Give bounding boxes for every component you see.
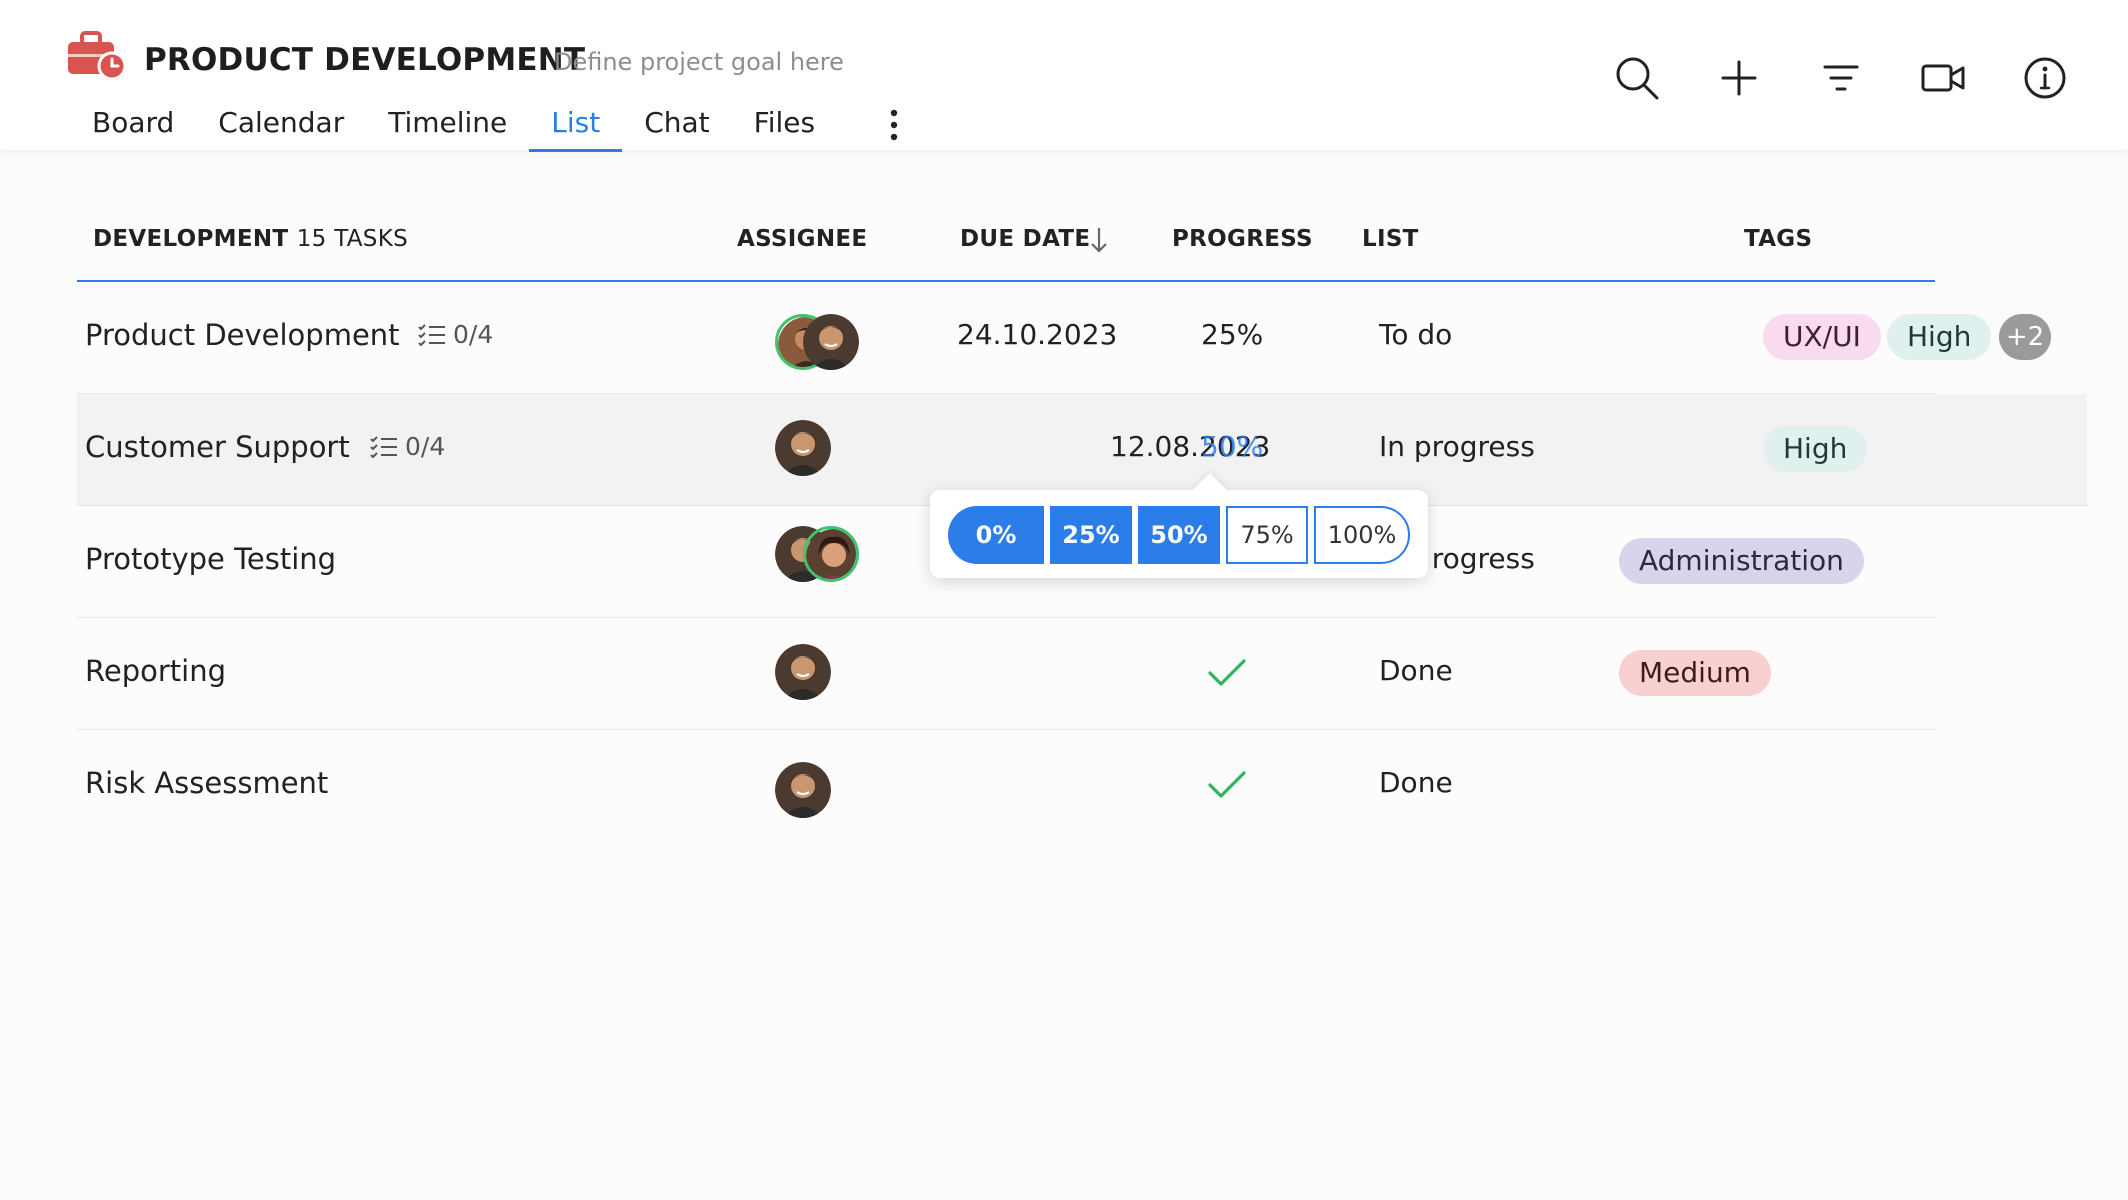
column-due-date-label: DUE DATE [960,226,1091,252]
progress-picker-popup: 0% 25% 50% 75% 100% [930,490,1428,578]
list-status[interactable]: To do [1379,318,1452,351]
tag-administration[interactable]: Administration [1619,538,1864,584]
task-name[interactable]: Risk Assessment [85,766,328,800]
subtask-counter[interactable]: 0/4 [417,320,493,349]
column-list[interactable]: LIST [1362,226,1419,252]
table-row[interactable]: Reporting Done Medium [77,618,1935,730]
tag-high[interactable]: High [1887,314,1992,360]
avatar[interactable] [775,644,831,700]
tab-list[interactable]: List [529,100,623,152]
sort-down-icon[interactable] [1088,226,1110,254]
tag-uxui[interactable]: UX/UI [1763,314,1881,360]
task-name[interactable]: Prototype Testing [85,542,336,576]
tag-high[interactable]: High [1763,426,1868,472]
avatar[interactable] [803,526,859,582]
avatar[interactable] [775,420,831,476]
avatar[interactable] [775,762,831,818]
progress-value[interactable]: 25% [1201,318,1263,351]
project-title: PRODUCT DEVELOPMENT [144,42,586,78]
more-vertical-icon[interactable] [888,108,900,142]
view-tabs: Board Calendar Timeline List Chat Files [70,100,837,152]
due-date[interactable]: 24.10.2023 [957,318,1117,351]
group-header: DEVELOPMENT 15 TASKS [93,226,408,252]
add-icon[interactable] [1716,55,1762,101]
task-name[interactable]: Reporting [85,654,226,688]
column-progress[interactable]: PROGRESS [1172,226,1313,252]
tab-timeline[interactable]: Timeline [366,100,529,152]
tab-files[interactable]: Files [732,100,837,152]
group-count: 15 TASKS [296,226,408,252]
subtask-count: 0/4 [453,320,494,349]
column-tags[interactable]: TAGS [1744,226,1812,252]
column-assignee[interactable]: ASSIGNEE [737,226,867,252]
group-name: DEVELOPMENT [93,226,289,252]
tab-calendar[interactable]: Calendar [196,100,366,152]
tag-medium[interactable]: Medium [1619,650,1771,696]
checklist-icon [418,323,445,346]
list-status[interactable]: Done [1379,654,1453,687]
progress-option-75[interactable]: 75% [1226,506,1308,564]
project-header: PRODUCT DEVELOPMENT Define project goal … [0,0,2128,152]
checkmark-icon[interactable] [1207,658,1247,688]
checklist-icon [370,435,397,458]
progress-value[interactable]: 50% [1201,430,1263,463]
progress-option-100[interactable]: 100% [1314,506,1410,564]
filter-icon[interactable] [1818,55,1864,101]
progress-option-25[interactable]: 25% [1050,506,1132,564]
subtask-count: 0/4 [405,432,446,461]
info-icon[interactable] [2022,55,2068,101]
tab-board[interactable]: Board [70,100,196,152]
tab-chat[interactable]: Chat [622,100,731,152]
table-row[interactable]: Product Development 0/4 24.10.2023 25% T… [77,282,2051,394]
progress-option-50[interactable]: 50% [1138,506,1220,564]
list-status[interactable]: Done [1379,766,1453,799]
search-icon[interactable] [1614,55,1660,101]
list-status-visible: rogress [1431,542,1535,575]
project-goal-input[interactable]: Define project goal here [554,48,844,76]
avatar[interactable] [803,314,859,370]
list-status[interactable]: In progress [1379,430,1535,463]
briefcase-clock-icon [68,31,127,80]
subtask-counter[interactable]: 0/4 [369,432,445,461]
column-due-date[interactable]: DUE DATE [960,226,1090,252]
progress-option-0[interactable]: 0% [948,506,1044,564]
task-name[interactable]: Customer Support [85,430,350,464]
table-row[interactable]: Risk Assessment Done [77,730,1935,842]
more-tags-badge[interactable]: +2 [1999,314,2051,360]
video-icon[interactable] [1920,55,1966,101]
task-name[interactable]: Product Development [85,318,400,352]
header-actions [1614,55,2068,101]
checkmark-icon[interactable] [1207,770,1247,800]
